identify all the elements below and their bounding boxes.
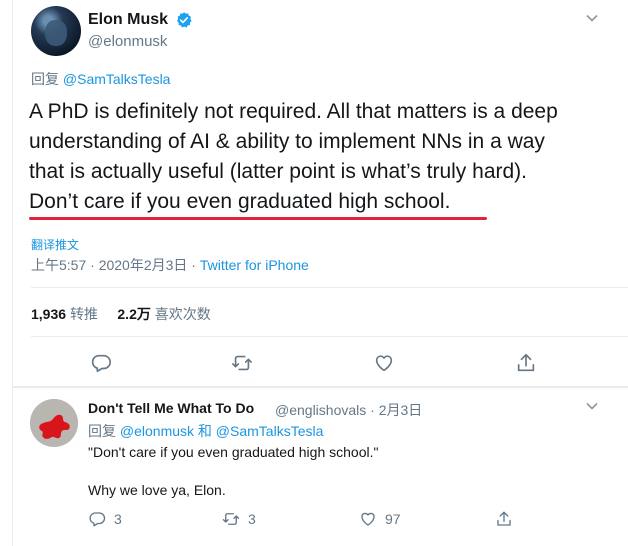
reply-to-link[interactable]: @elonmusk 和 @SamTalksTesla (120, 423, 324, 439)
timestamp[interactable]: 上午5:57 · 2020年2月3日 · (31, 257, 196, 273)
source-link[interactable]: Twitter for iPhone (200, 257, 309, 273)
tweet-text-highlighted-line: Don’t care if you even graduated high sc… (29, 190, 451, 213)
tweet-thread: Elon Musk @elonmusk 回复 @SamTalksTesla A … (0, 0, 628, 546)
red-underline (29, 217, 487, 220)
tweet-meta: 上午5:57 · 2020年2月3日 · Twitter for iPhone (31, 255, 309, 275)
share-icon[interactable] (495, 510, 513, 528)
verified-badge-icon (177, 12, 192, 28)
reply-icon[interactable] (90, 352, 112, 374)
reply-prefix: 回复 (31, 71, 59, 87)
thread-separator (13, 386, 628, 388)
retweet-icon[interactable] (222, 510, 240, 528)
share-icon[interactable] (515, 352, 537, 374)
heart-icon[interactable] (373, 352, 395, 374)
chevron-down-icon[interactable] (586, 402, 598, 410)
tweet-text-line: A PhD is definitely not required. All th… (29, 100, 558, 123)
reply-to-link[interactable]: @SamTalksTesla (63, 71, 171, 87)
red-figure-icon (30, 399, 78, 447)
translate-link[interactable]: 翻译推文 (31, 236, 79, 253)
author-name[interactable]: Elon Musk (88, 11, 168, 29)
chevron-down-icon[interactable] (586, 14, 598, 22)
reply-author-name[interactable]: Don't Tell Me What To Do (88, 400, 254, 416)
heart-icon[interactable] (359, 510, 377, 528)
tweet-stats: 1,936 转推 2.2万 喜欢次数 (31, 304, 211, 324)
share-action[interactable] (495, 510, 513, 528)
reply-context: 回复 @elonmusk 和 @SamTalksTesla (88, 421, 323, 441)
like-action[interactable]: 97 (359, 510, 401, 528)
avatar[interactable] (31, 6, 81, 56)
reply-text-line: Why we love ya, Elon. (88, 482, 226, 498)
retweet-count: 3 (248, 511, 256, 527)
reply-context: 回复 @SamTalksTesla (31, 69, 170, 89)
retweet-icon[interactable] (231, 352, 253, 374)
like-count[interactable]: 2.2万 (117, 306, 150, 322)
avatar-figure (45, 20, 67, 46)
tweet-text-line: that is actually useful (latter point is… (29, 160, 528, 183)
reply-author-handle[interactable]: @englishovals · 2月3日 (275, 400, 422, 420)
reply-icon[interactable] (88, 510, 106, 528)
author-handle[interactable]: @elonmusk (88, 33, 167, 50)
reply-action[interactable]: 3 (88, 510, 122, 528)
tweet-text-line: understanding of AI & ability to impleme… (29, 130, 545, 153)
divider (31, 336, 628, 337)
main-tweet: Elon Musk @elonmusk 回复 @SamTalksTesla A … (13, 0, 628, 386)
reply-count: 3 (114, 511, 122, 527)
retweet-label[interactable]: 转推 (70, 306, 98, 322)
tweet-text: A PhD is definitely not required. All th… (29, 97, 619, 217)
reply-prefix: 回复 (88, 423, 116, 439)
reply-text-line: "Don't care if you even graduated high s… (88, 444, 379, 460)
retweet-action[interactable]: 3 (222, 510, 256, 528)
avatar[interactable] (30, 399, 78, 447)
like-label[interactable]: 喜欢次数 (155, 306, 211, 322)
divider (31, 287, 628, 288)
like-count: 97 (385, 511, 401, 527)
retweet-count[interactable]: 1,936 (31, 306, 66, 322)
